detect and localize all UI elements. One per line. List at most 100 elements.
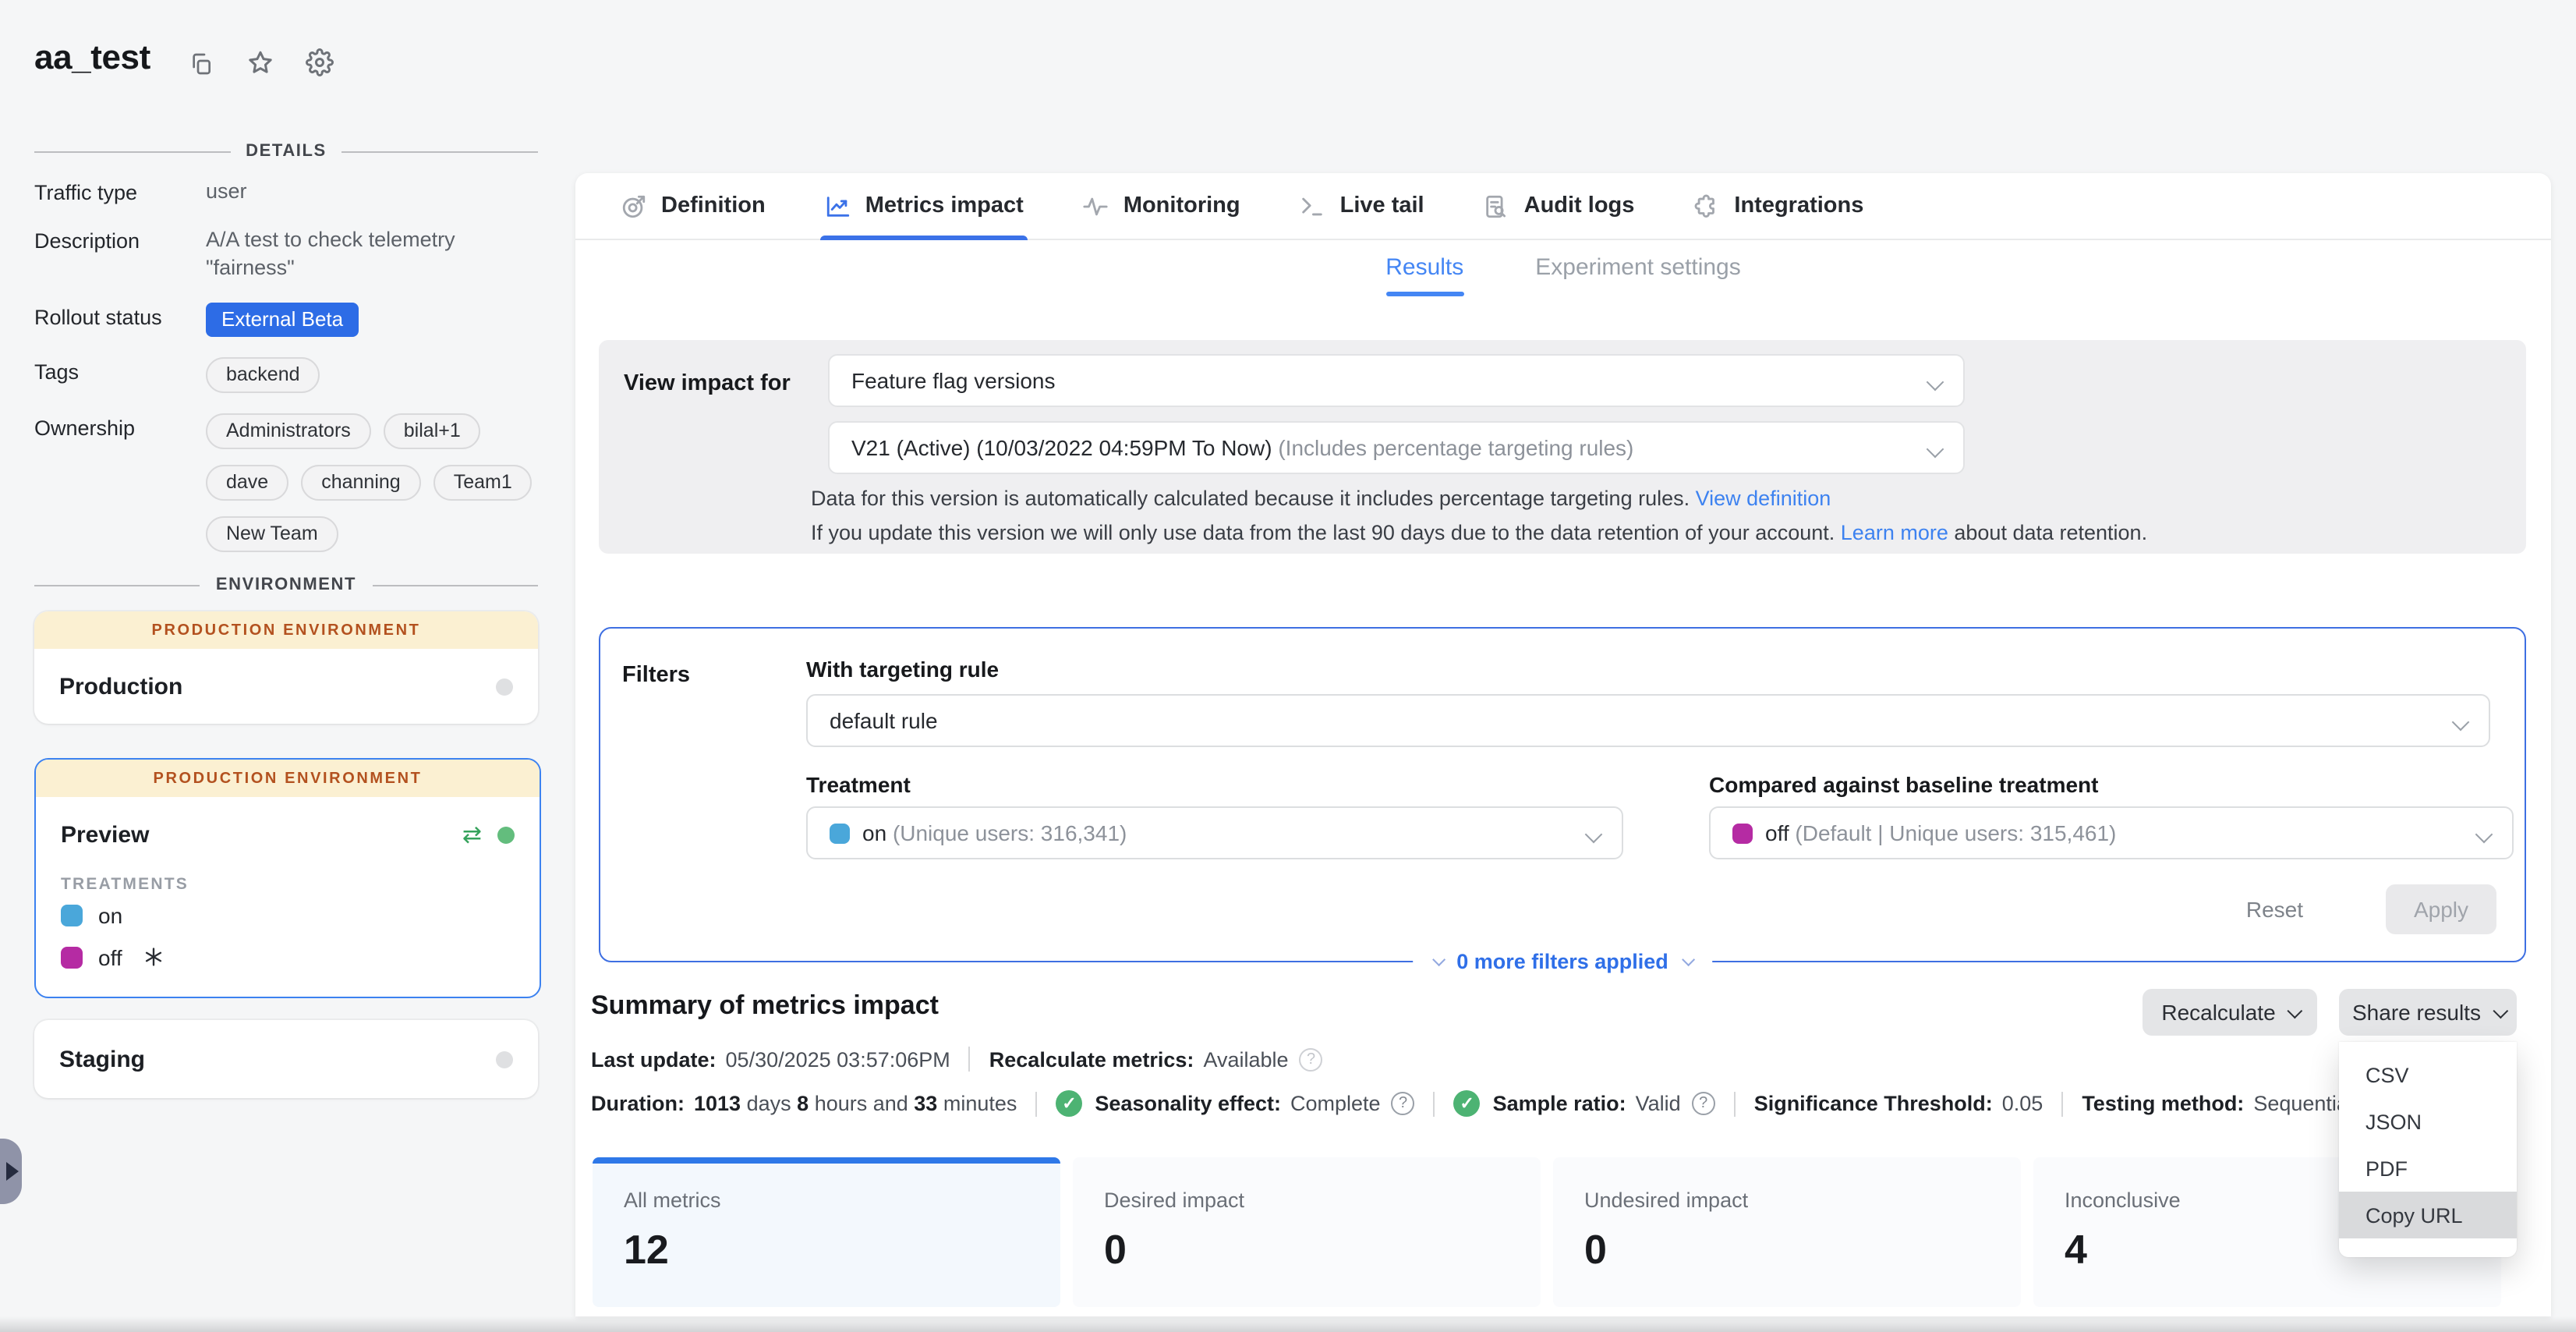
impact-type-value: Feature flag versions [851, 368, 1055, 393]
subtab-experiment-settings[interactable]: Experiment settings [1535, 254, 1740, 293]
testing-method-label: Testing method: [2082, 1092, 2244, 1115]
tab-definition[interactable]: Definition [621, 173, 766, 239]
card-label: Desired impact [1104, 1189, 1541, 1212]
card-value: 0 [1104, 1226, 1541, 1274]
default-treatment-asterisk-icon [138, 947, 165, 967]
tab-metrics-impact[interactable]: Metrics impact [825, 173, 1024, 239]
card-all-metrics[interactable]: All metrics 12 [593, 1157, 1060, 1307]
summary-meta-row-1: Last update: 05/30/2025 03:57:06PM Recal… [591, 1047, 1323, 1072]
tags-label: Tags [34, 357, 206, 393]
view-definition-link[interactable]: View definition [1696, 487, 1831, 510]
sample-ratio-label: Sample ratio: [1493, 1092, 1626, 1115]
rollout-status-badge[interactable]: External Beta [206, 303, 359, 337]
owner-pill[interactable]: dave [206, 465, 288, 501]
swap-arrows-icon [462, 820, 482, 848]
document-search-icon [1484, 193, 1510, 219]
duration-label: Duration: [591, 1092, 685, 1115]
baseline-dropdown[interactable]: off (Default | Unique users: 315,461) [1709, 806, 2514, 859]
subtab-bar: Results Experiment settings [575, 254, 2551, 293]
treatment-off-swatch [61, 946, 83, 968]
divider [1434, 1091, 1435, 1116]
traffic-type-value: user [206, 178, 538, 206]
help-circle-icon[interactable] [1692, 1092, 1715, 1115]
owner-pill[interactable]: bilal+1 [384, 413, 481, 449]
menu-item-csv[interactable]: CSV [2339, 1051, 2517, 1098]
owner-pill[interactable]: Team1 [433, 465, 533, 501]
tab-monitoring[interactable]: Monitoring [1083, 173, 1240, 239]
sidebar-expand-handle[interactable] [0, 1139, 22, 1204]
tab-label: Audit logs [1524, 193, 1635, 218]
expand-arrow-icon [6, 1162, 19, 1181]
baseline-label: Compared against baseline treatment [1709, 772, 2099, 797]
treatment-row-off: off [36, 936, 540, 978]
subtab-results[interactable]: Results [1385, 254, 1463, 293]
check-circle-icon [1454, 1090, 1481, 1117]
filters-panel: Filters With targeting rule default rule… [599, 627, 2526, 962]
targeting-rule-label: With targeting rule [806, 657, 999, 682]
gear-icon[interactable] [306, 48, 334, 76]
help-circle-icon[interactable] [1392, 1092, 1415, 1115]
treatment-dropdown[interactable]: on (Unique users: 316,341) [806, 806, 1623, 859]
significance-value: 0.05 [2002, 1092, 2043, 1115]
seasonality-value: Complete [1290, 1092, 1381, 1115]
testing-method-value: Sequential [2253, 1092, 2353, 1115]
tag-pill[interactable]: backend [206, 357, 320, 393]
more-filters-toggle[interactable]: 0 more filters applied [1413, 942, 1712, 980]
treatment-label: Treatment [806, 772, 911, 797]
menu-item-json[interactable]: JSON [2339, 1098, 2517, 1145]
page-bottom-shadow [0, 1316, 2576, 1332]
chevron-down-icon [2288, 1003, 2302, 1017]
card-undesired-impact[interactable]: Undesired impact 0 [1553, 1157, 2021, 1307]
card-label: Undesired impact [1584, 1189, 2021, 1212]
reset-button[interactable]: Reset [2246, 897, 2303, 922]
duration-value: 1013 days 8 hours and 33 minutes [694, 1092, 1017, 1115]
chevron-down-icon [1927, 374, 1944, 391]
owner-pill[interactable]: channing [301, 465, 421, 501]
menu-item-copy-url[interactable]: Copy URL [2339, 1192, 2517, 1238]
details-title: DETAILS [246, 142, 327, 161]
tab-integrations[interactable]: Integrations [1693, 173, 1863, 239]
version-helper-2: If you update this version we will only … [811, 521, 2147, 544]
chevron-down-icon [2493, 1003, 2507, 1017]
baseline-detail: (Default | Unique users: 315,461) [1795, 820, 2116, 845]
env-card-staging[interactable]: Staging [34, 1020, 538, 1098]
info-circle-icon[interactable] [1300, 1047, 1323, 1071]
treatment-on-swatch [830, 823, 850, 843]
description-value: A/A test to check telemetry "fairness" [206, 226, 538, 282]
chevron-down-icon [1432, 953, 1445, 966]
summary-meta-row-2: Duration: 1013 days 8 hours and 33 minut… [591, 1090, 2353, 1117]
recalculate-button[interactable]: Recalculate [2143, 989, 2317, 1036]
tab-audit-logs[interactable]: Audit logs [1484, 173, 1635, 239]
owner-pill[interactable]: Administrators [206, 413, 371, 449]
copy-icon[interactable] [189, 51, 214, 76]
share-results-button[interactable]: Share results [2339, 989, 2517, 1036]
terminal-icon [1300, 193, 1326, 219]
recalc-metrics-value: Available [1203, 1047, 1288, 1071]
apply-button[interactable]: Apply [2386, 884, 2496, 934]
env-card-production[interactable]: PRODUCTION ENVIRONMENT Production [34, 611, 538, 724]
pulse-icon [1083, 193, 1109, 219]
card-desired-impact[interactable]: Desired impact 0 [1073, 1157, 1541, 1307]
ownership-label: Ownership [34, 413, 206, 552]
env-card-preview[interactable]: PRODUCTION ENVIRONMENT Preview TREATMENT… [34, 758, 541, 998]
more-filters-label: 0 more filters applied [1456, 949, 1668, 972]
baseline-value: off [1765, 820, 1795, 845]
chevron-down-icon [1682, 953, 1695, 966]
recalculate-label: Recalculate [2161, 1000, 2275, 1025]
star-icon[interactable] [246, 48, 274, 76]
metric-summary-cards: All metrics 12 Desired impact 0 Undesire… [593, 1157, 2501, 1307]
learn-more-link[interactable]: Learn more [1841, 521, 1948, 544]
treatment-detail: (Unique users: 316,341) [893, 820, 1127, 845]
version-dropdown[interactable]: V21 (Active) (10/03/2022 04:59PM To Now)… [828, 421, 1965, 474]
production-env-banner: PRODUCTION ENVIRONMENT [36, 760, 540, 797]
menu-item-pdf[interactable]: PDF [2339, 1145, 2517, 1192]
app-root: aa_test DETAILS Traffic type user Descri… [0, 0, 2576, 1332]
owner-pill[interactable]: New Team [206, 516, 338, 552]
env-name-production: Production [59, 673, 182, 700]
tab-live-tail[interactable]: Live tail [1300, 173, 1424, 239]
impact-type-dropdown[interactable]: Feature flag versions [828, 354, 1965, 407]
page-title: aa_test [34, 37, 150, 78]
treatment-value: on [862, 820, 893, 845]
treatment-off-label: off [98, 944, 122, 969]
targeting-rule-dropdown[interactable]: default rule [806, 694, 2490, 747]
